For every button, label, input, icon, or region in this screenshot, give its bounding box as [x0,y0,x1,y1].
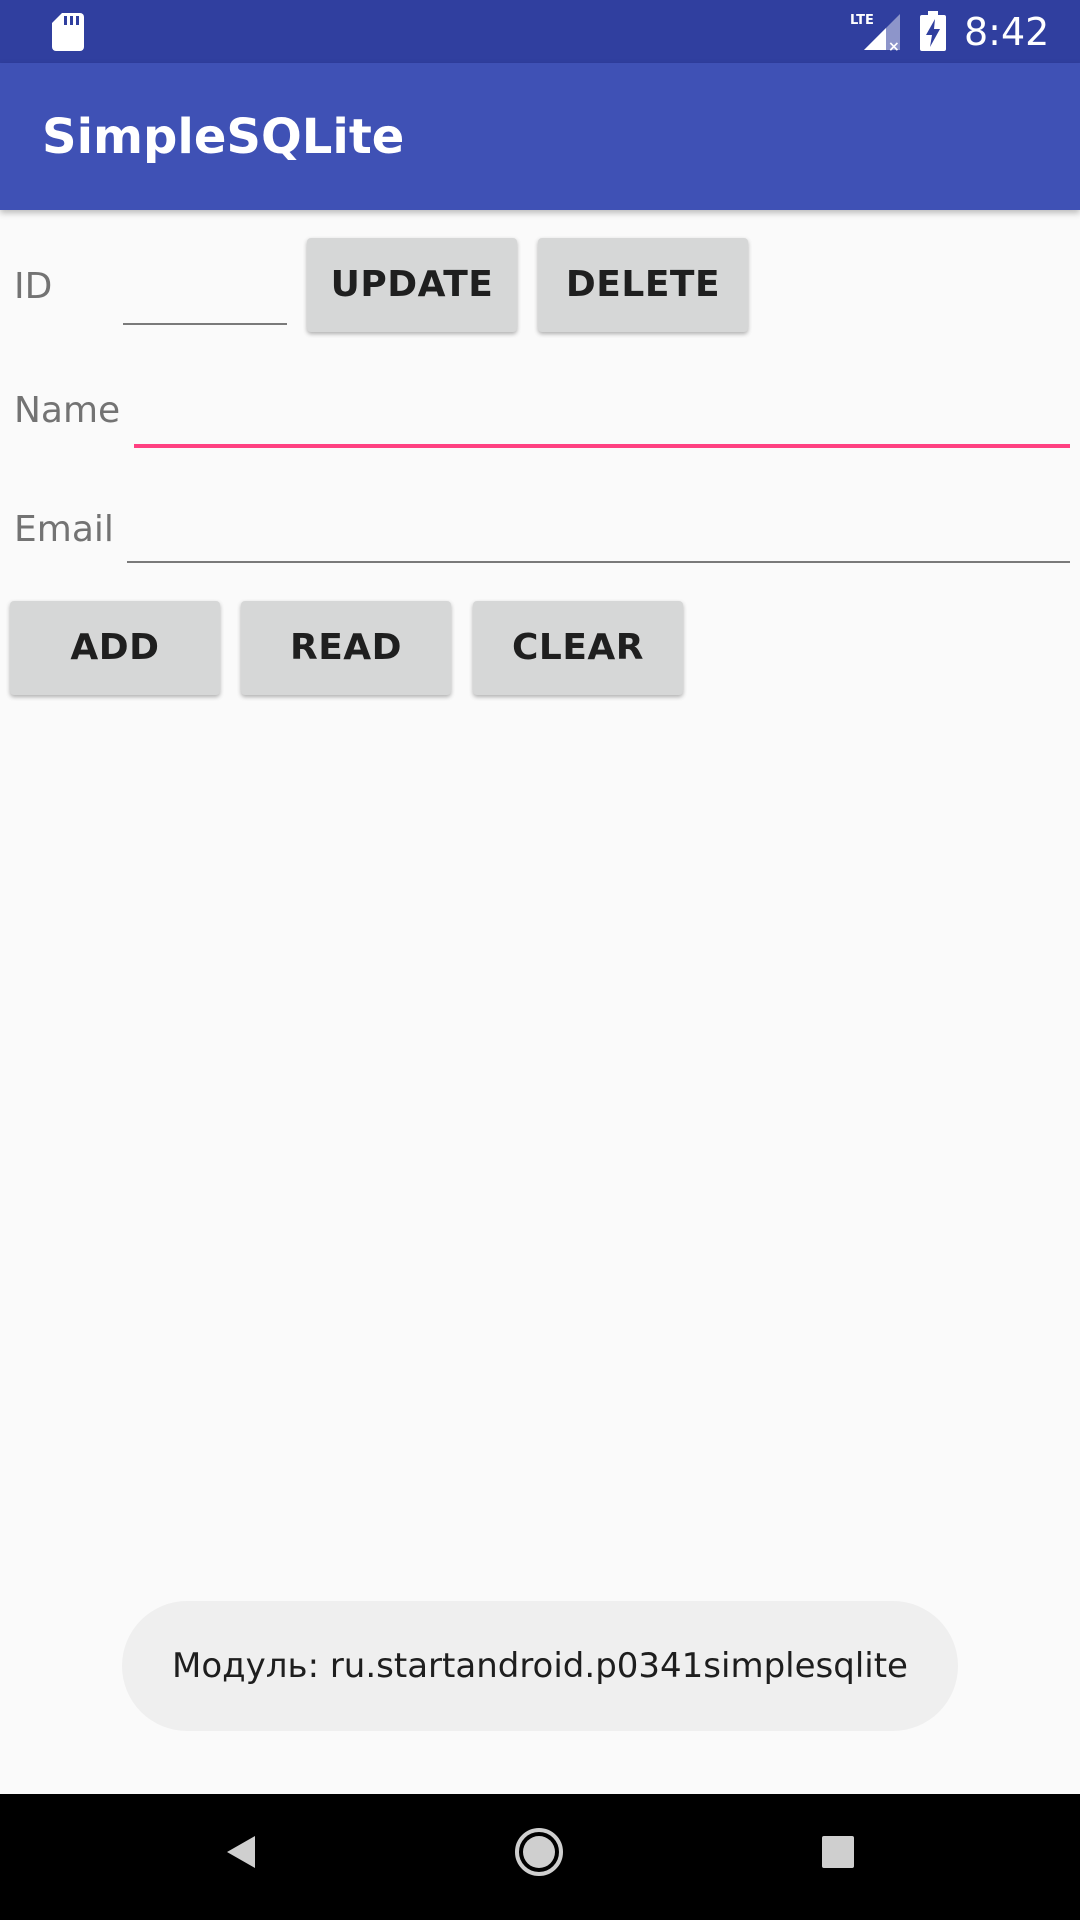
app-title: SimpleSQLite [42,109,405,165]
read-button[interactable]: READ [241,601,451,695]
name-label: Name [14,390,121,431]
battery-charging-icon [920,11,946,51]
back-icon[interactable] [225,1834,257,1870]
home-icon[interactable] [514,1827,564,1877]
app-bar: SimpleSQLite [0,63,1080,210]
update-button[interactable]: UPDATE [307,238,517,332]
recents-icon[interactable] [821,1835,855,1869]
sd-card-icon [52,13,84,51]
status-bar: LTE × 8:42 [0,0,1080,63]
svg-text:×: × [888,39,900,52]
signal-lte-icon: LTE × [850,13,900,52]
email-label: Email [14,509,114,550]
email-field[interactable] [127,561,1070,563]
delete-button[interactable]: DELETE [538,238,748,332]
app-screen: LTE × 8:42 SimpleSQLite ID UPDATE DELETE… [0,0,1080,1920]
id-field[interactable] [123,323,287,325]
svg-text:LTE: LTE [850,13,874,28]
status-clock: 8:42 [964,10,1050,54]
toast-message: Модуль: ru.startandroid.p0341simplesqlit… [122,1601,958,1731]
id-label: ID [14,266,53,307]
add-button[interactable]: ADD [10,601,220,695]
navigation-bar [0,1794,1080,1920]
name-field[interactable] [134,444,1070,448]
clear-button[interactable]: CLEAR [473,601,683,695]
